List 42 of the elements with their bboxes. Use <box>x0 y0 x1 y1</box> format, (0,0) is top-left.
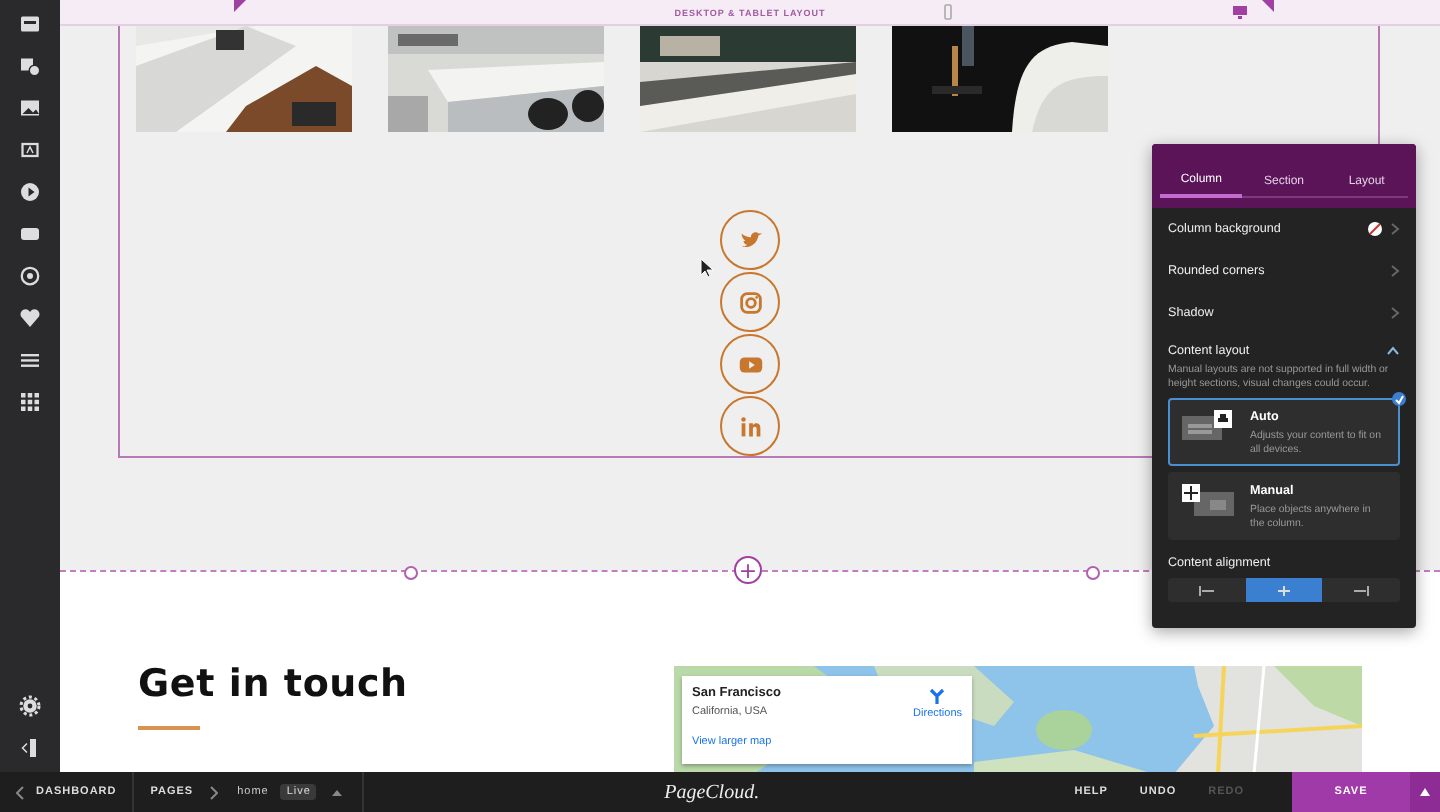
cursor-icon <box>700 258 714 278</box>
layout-icon <box>1182 410 1234 442</box>
accent-line <box>138 726 200 730</box>
caret-icon[interactable] <box>332 789 343 795</box>
layout-icon <box>1182 484 1234 516</box>
directions-icon[interactable] <box>928 686 947 704</box>
marker-icon[interactable] <box>234 0 246 12</box>
marker-icon[interactable] <box>1262 0 1274 12</box>
twitter-icon[interactable] <box>720 210 780 270</box>
chevron-icon <box>1390 306 1400 320</box>
button-icon[interactable] <box>18 222 42 246</box>
heading: Get in touch <box>138 662 410 706</box>
settings-icon[interactable] <box>18 694 42 718</box>
section-icon[interactable] <box>18 12 42 36</box>
instagram-icon[interactable] <box>720 272 780 332</box>
linkedin-icon[interactable] <box>720 396 780 456</box>
align-left-icon <box>1198 585 1215 595</box>
collapse-icon[interactable] <box>18 736 42 760</box>
chevron-icon[interactable] <box>1386 346 1400 356</box>
chevron-icon <box>1390 264 1400 278</box>
grid-icon[interactable] <box>18 390 42 414</box>
shapes-icon[interactable] <box>18 54 42 78</box>
back-icon <box>16 785 24 799</box>
add-section-button[interactable]: + <box>734 556 762 584</box>
video-icon[interactable] <box>18 180 42 204</box>
youtube-icon[interactable] <box>720 334 780 394</box>
heart-icon[interactable] <box>18 306 42 330</box>
no-color-icon[interactable] <box>1368 222 1382 236</box>
menu-icon[interactable] <box>18 348 42 372</box>
chevron-icon <box>209 785 218 799</box>
resize-handle[interactable] <box>1086 566 1100 580</box>
save-options-button[interactable] <box>1410 772 1440 812</box>
logo: PageCloud. <box>662 781 762 803</box>
resize-handle[interactable] <box>404 566 418 580</box>
image-icon[interactable] <box>18 96 42 120</box>
caret-icon <box>1420 788 1430 796</box>
align-center-icon <box>1276 585 1292 595</box>
align-right-icon <box>1353 585 1370 595</box>
text-icon[interactable] <box>18 138 42 162</box>
align-button[interactable] <box>1245 578 1323 602</box>
desktop-icon[interactable] <box>1232 4 1248 20</box>
chevron-icon <box>1390 222 1400 236</box>
